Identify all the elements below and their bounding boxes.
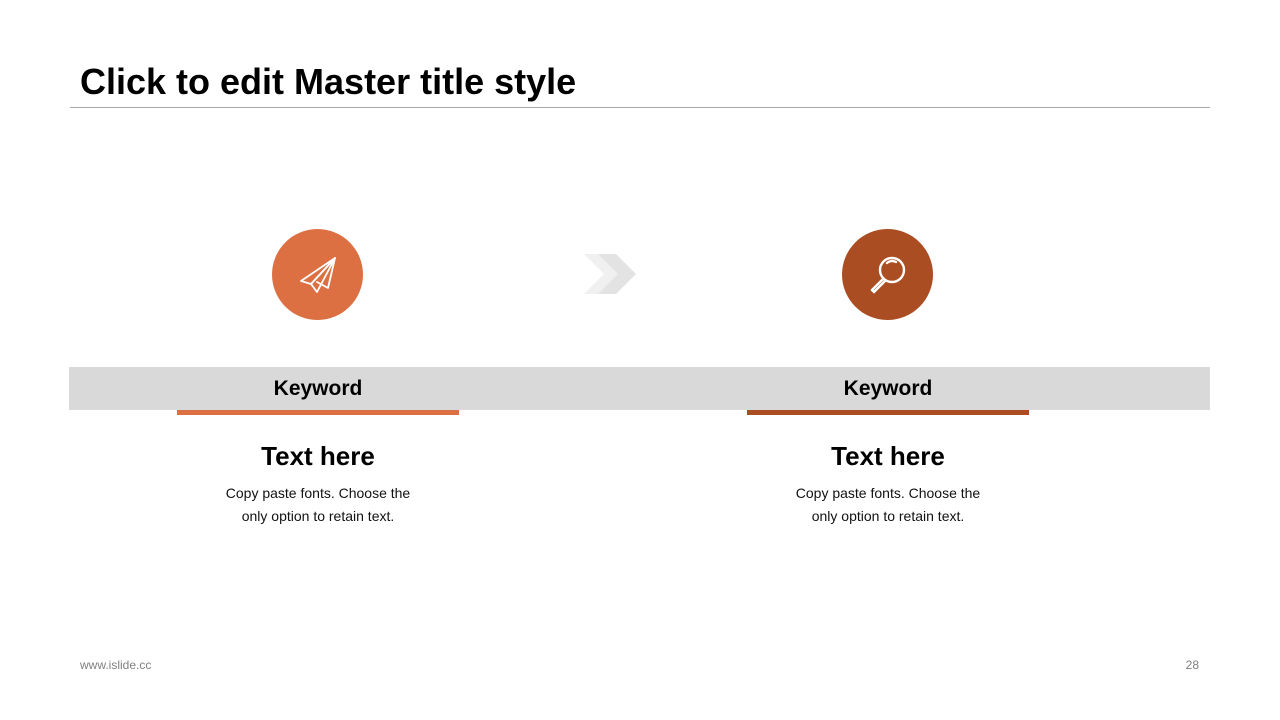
step-1-icon-circle	[272, 229, 363, 320]
step-1-keyword: Keyword	[273, 377, 363, 400]
step-2-heading: Text here	[831, 441, 945, 471]
slide-title: Click to edit Master title style	[80, 61, 577, 102]
step-2-keyword: Keyword	[843, 377, 933, 400]
page-number: 28	[1185, 658, 1199, 672]
paper-plane-icon	[299, 256, 336, 293]
step-2-accent-bar	[747, 410, 1029, 415]
step-2-icon-circle	[842, 229, 933, 320]
magnifier-icon	[870, 256, 905, 293]
step-2-body: Copy paste fonts. Choose the only option…	[795, 485, 981, 524]
chevron-right-icon	[584, 254, 636, 294]
title-divider	[70, 107, 1210, 108]
step-1-body: Copy paste fonts. Choose the only option…	[225, 485, 411, 524]
step-1-accent-bar	[177, 410, 459, 415]
footer-url[interactable]: www.islide.cc	[80, 658, 151, 672]
step-1-heading: Text here	[261, 441, 375, 471]
